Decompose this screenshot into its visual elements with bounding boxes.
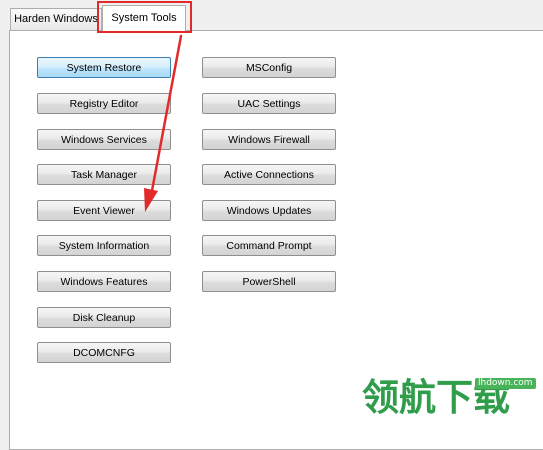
tab-system-tools[interactable]: System Tools [102,5,186,31]
windows-services-button[interactable]: Windows Services [37,129,171,150]
watermark-url: lhdown.com [475,378,536,389]
msconfig-button[interactable]: MSConfig [202,57,336,78]
event-viewer-button[interactable]: Event Viewer [37,200,171,221]
disk-cleanup-button[interactable]: Disk Cleanup [37,307,171,328]
command-prompt-button[interactable]: Command Prompt [202,235,336,256]
uac-settings-button[interactable]: UAC Settings [202,93,336,114]
system-restore-button[interactable]: System Restore [37,57,171,78]
powershell-button[interactable]: PowerShell [202,271,336,292]
windows-features-button[interactable]: Windows Features [37,271,171,292]
task-manager-button[interactable]: Task Manager [37,164,171,185]
tab-strip: Harden Windows System Tools [0,0,543,33]
active-connections-button[interactable]: Active Connections [202,164,336,185]
tab-harden-windows[interactable]: Harden Windows [10,8,102,30]
windows-firewall-button[interactable]: Windows Firewall [202,129,336,150]
dcomcnfg-button[interactable]: DCOMCNFG [37,342,171,363]
system-information-button[interactable]: System Information [37,235,171,256]
windows-updates-button[interactable]: Windows Updates [202,200,336,221]
registry-editor-button[interactable]: Registry Editor [37,93,171,114]
